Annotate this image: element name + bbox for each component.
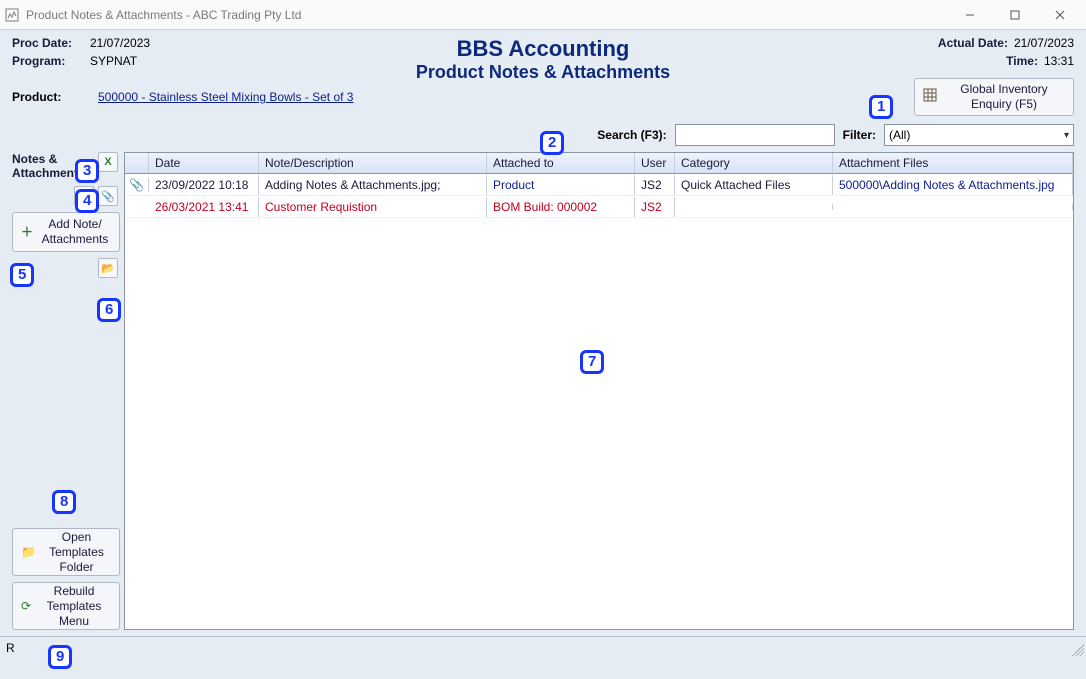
product-link[interactable]: 500000 - Stainless Steel Mixing Bowls - … [98, 90, 353, 104]
col-category[interactable]: Category [675, 153, 833, 173]
new-document-button[interactable]: 🗎 [74, 186, 94, 206]
refresh-icon: ⟳ [21, 598, 31, 614]
search-label: Search (F3): [597, 128, 666, 142]
filter-select[interactable]: (All) ▾ [884, 124, 1074, 146]
actual-date-value: 21/07/2023 [1014, 36, 1074, 50]
product-label: Product: [12, 90, 98, 104]
folder-icon: 📂 [101, 262, 115, 275]
rebuild-templates-menu-label: Rebuild Templates Menu [37, 584, 111, 629]
proc-date-value: 21/07/2023 [90, 36, 150, 50]
spreadsheet-icon: X [104, 156, 111, 168]
open-templates-folder-button[interactable]: 📁 Open Templates Folder [12, 528, 120, 576]
cell-attachment-files[interactable]: 500000\Adding Notes & Attachments.jpg [833, 175, 1073, 195]
chevron-down-icon: ▾ [1064, 130, 1069, 141]
notes-grid[interactable]: Date Note/Description Attached to User C… [124, 152, 1074, 630]
add-note-attachments-label: Add Note/ Attachments [39, 217, 111, 247]
row-indicator: 📎 [125, 178, 149, 192]
open-templates-folder-label: Open Templates Folder [42, 530, 111, 575]
cell-user: JS2 [635, 175, 675, 195]
program-value: SYPNAT [90, 54, 137, 68]
cell-attached-to: BOM Build: 000002 [487, 197, 635, 217]
open-folder-button[interactable]: 📂 [98, 258, 118, 278]
window-title: Product Notes & Attachments - ABC Tradin… [26, 8, 947, 22]
global-inventory-enquiry-label: Global Inventory Enquiry (F5) [943, 82, 1065, 112]
window-titlebar: Product Notes & Attachments - ABC Tradin… [0, 0, 1086, 30]
export-excel-button[interactable]: X [98, 152, 118, 172]
window-minimize-button[interactable] [947, 1, 992, 29]
rebuild-templates-menu-button[interactable]: ⟳ Rebuild Templates Menu [12, 582, 120, 630]
proc-date-label: Proc Date: [12, 36, 84, 50]
search-input[interactable] [675, 124, 835, 146]
grid-icon [923, 88, 937, 106]
app-icon [4, 7, 20, 23]
window-close-button[interactable] [1037, 1, 1082, 29]
table-row[interactable]: 26/03/2021 13:41Customer RequistionBOM B… [125, 196, 1073, 218]
add-note-attachments-button[interactable]: ＋ Add Note/ Attachments [12, 212, 120, 252]
program-label: Program: [12, 54, 84, 68]
cell-date: 26/03/2021 13:41 [149, 197, 259, 217]
window-maximize-button[interactable] [992, 1, 1037, 29]
cell-category [675, 204, 833, 210]
resize-grip-icon[interactable] [1072, 644, 1084, 656]
grid-header: Date Note/Description Attached to User C… [125, 153, 1073, 174]
global-inventory-enquiry-button[interactable]: Global Inventory Enquiry (F5) [914, 78, 1074, 116]
time-label: Time: [1006, 54, 1038, 68]
cell-description: Customer Requistion [259, 197, 487, 217]
col-user[interactable]: User [635, 153, 675, 173]
filter-label: Filter: [843, 128, 876, 142]
plus-icon: ＋ [21, 224, 33, 240]
paperclip-icon: 📎 [101, 190, 115, 203]
cell-user: JS2 [635, 197, 675, 217]
table-row[interactable]: 📎23/09/2022 10:18Adding Notes & Attachme… [125, 174, 1073, 196]
time-value: 13:31 [1044, 54, 1074, 68]
document-icon: 🗎 [80, 187, 89, 206]
col-attached-to[interactable]: Attached to [487, 153, 635, 173]
cell-description: Adding Notes & Attachments.jpg; [259, 175, 487, 195]
cell-attached-to[interactable]: Product [487, 175, 635, 195]
col-date[interactable]: Date [149, 153, 259, 173]
grid-corner [125, 153, 149, 173]
sidebar-section-label: Notes & Attachments: [12, 152, 94, 180]
col-description[interactable]: Note/Description [259, 153, 487, 173]
cell-attachment-files [833, 204, 1073, 210]
filter-select-value: (All) [889, 128, 910, 142]
status-text: R [6, 641, 15, 655]
folder-open-icon: 📁 [21, 544, 36, 560]
cell-date: 23/09/2022 10:18 [149, 175, 259, 195]
actual-date-label: Actual Date: [938, 36, 1008, 50]
attach-file-button[interactable]: 📎 [98, 186, 118, 206]
col-attachment-files[interactable]: Attachment Files [833, 153, 1073, 173]
cell-category: Quick Attached Files [675, 175, 833, 195]
status-bar: R [0, 636, 1086, 658]
